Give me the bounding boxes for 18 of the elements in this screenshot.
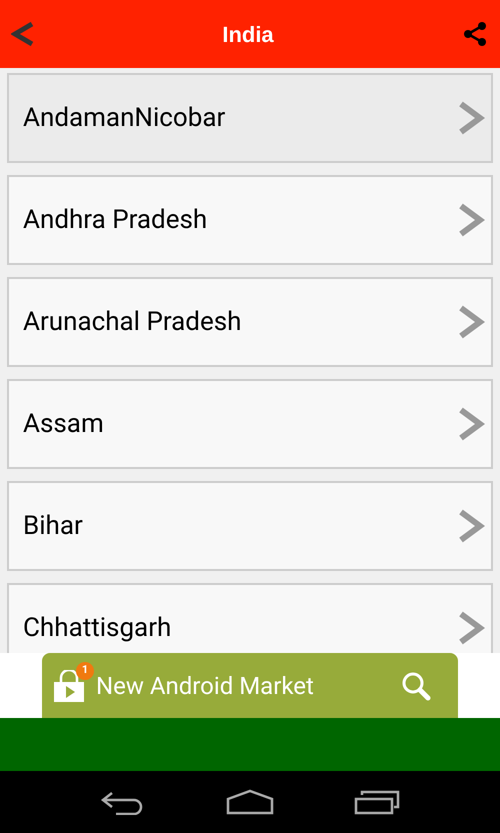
chevron-right-icon — [457, 203, 485, 237]
chevron-right-icon — [457, 509, 485, 543]
search-icon — [400, 670, 432, 702]
recents-nav-icon[interactable] — [354, 789, 400, 815]
chevron-right-icon — [457, 407, 485, 441]
state-list-item[interactable]: Bihar — [7, 481, 493, 571]
chevron-right-icon — [457, 611, 485, 645]
screen-title: India — [222, 20, 274, 48]
state-list-item[interactable]: Chhattisgarh — [7, 583, 493, 653]
chevron-right-icon — [457, 305, 485, 339]
ad-text: New Android Market — [96, 670, 315, 702]
notification-badge: 1 — [76, 662, 94, 680]
chevron-right-icon — [457, 101, 485, 135]
home-nav-icon[interactable] — [226, 789, 274, 815]
state-list-item[interactable]: Andhra Pradesh — [7, 175, 493, 265]
state-list-item[interactable]: AndamanNicobar — [7, 73, 493, 163]
state-list-item[interactable]: Arunachal Pradesh — [7, 277, 493, 367]
state-list-item[interactable]: Assam — [7, 379, 493, 469]
